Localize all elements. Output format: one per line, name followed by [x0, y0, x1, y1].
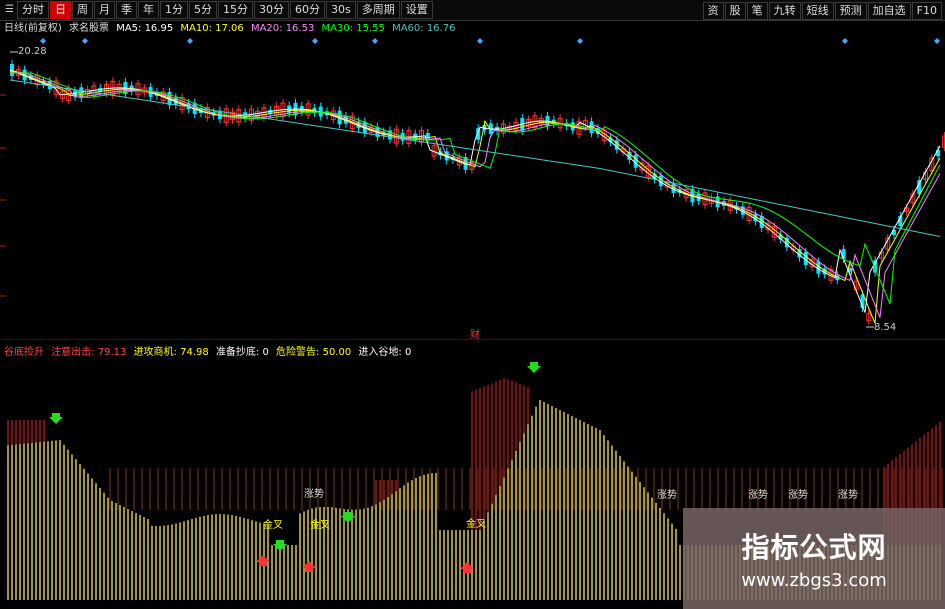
rise-label-0: 涨势 — [304, 487, 324, 500]
golden-cross-label-0: 金叉 — [263, 518, 283, 531]
rise-label-3: 涨势 — [788, 488, 808, 501]
watermark-url: www.zbgs3.com — [741, 570, 887, 591]
golden-cross-label-2: 金叉 — [466, 517, 486, 530]
arrow-down-icon-0 — [49, 413, 63, 424]
arrow-down-icon-1 — [273, 540, 287, 551]
watermark-title: 指标公式网 — [741, 531, 887, 564]
arrow-down-icon-2 — [341, 512, 355, 523]
watermark: 指标公式网 www.zbgs3.com — [683, 508, 945, 609]
rise-label-4: 涨势 — [838, 488, 858, 501]
rise-label-2: 涨势 — [748, 488, 768, 501]
golden-cross-label-1: 金叉 — [310, 518, 330, 531]
rise-label-1: 涨势 — [657, 488, 677, 501]
arrow-down-icon-3 — [527, 362, 541, 373]
